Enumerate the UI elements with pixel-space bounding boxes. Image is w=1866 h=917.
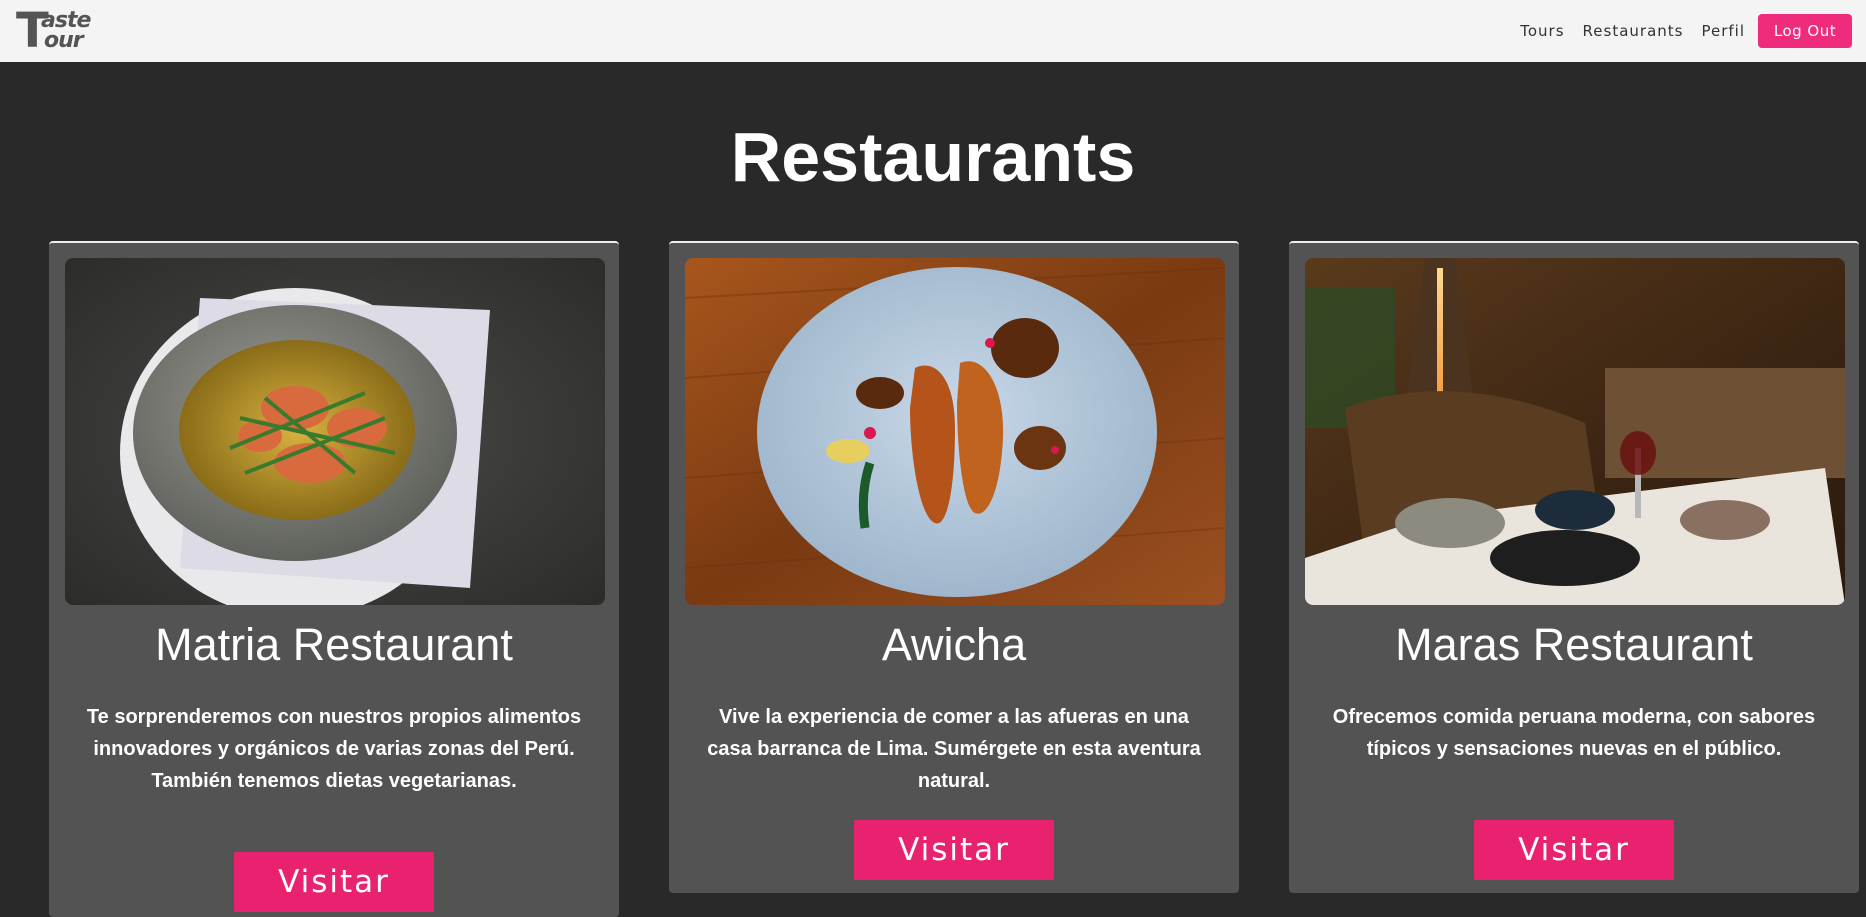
glazed-meat-plate-photo [685, 258, 1225, 605]
nav-link-restaurants[interactable]: Restaurants [1583, 22, 1684, 40]
restaurant-table-photo [1305, 258, 1845, 605]
restaurant-card-maras: Maras Restaurant Ofrecemos comida peruan… [1289, 241, 1859, 893]
logo-line-2: our [44, 28, 84, 53]
visit-button-maras[interactable]: Visitar [1474, 820, 1674, 880]
restaurant-name: Awicha [881, 619, 1027, 670]
restaurant-card-awicha: Awicha Vive la experiencia de comer a la… [669, 241, 1239, 893]
restaurant-card-matria: Matria Restaurant Te sorprenderemos con … [49, 241, 619, 917]
visit-button-matria[interactable]: Visitar [234, 852, 434, 912]
restaurant-image-matria [65, 258, 605, 605]
taste-tour-logo[interactable]: T aste our [16, 5, 106, 57]
stone-bowl-shrimp-dish-photo [65, 258, 605, 605]
visit-button-awicha[interactable]: Visitar [854, 820, 1054, 880]
restaurant-image-awicha [685, 258, 1225, 605]
restaurant-name: Maras Restaurant [1395, 619, 1753, 670]
restaurant-image-maras [1305, 258, 1845, 605]
restaurant-description: Ofrecemos comida peruana moderna, con sa… [1332, 706, 1816, 760]
nav-links: Tours Restaurants Perfil Log Out [1502, 14, 1852, 48]
logout-button[interactable]: Log Out [1758, 14, 1852, 48]
nav-link-tours[interactable]: Tours [1520, 22, 1564, 40]
restaurant-description: Te sorprenderemos con nuestros propios a… [86, 706, 582, 792]
page-title: Restaurants [730, 118, 1136, 196]
nav-link-perfil[interactable]: Perfil [1701, 22, 1745, 40]
restaurant-description: Vive la experiencia de comer a las afuer… [707, 706, 1201, 792]
restaurant-name: Matria Restaurant [155, 619, 513, 670]
navbar: T aste our Tours Restaurants Perfil Log … [0, 0, 1866, 62]
